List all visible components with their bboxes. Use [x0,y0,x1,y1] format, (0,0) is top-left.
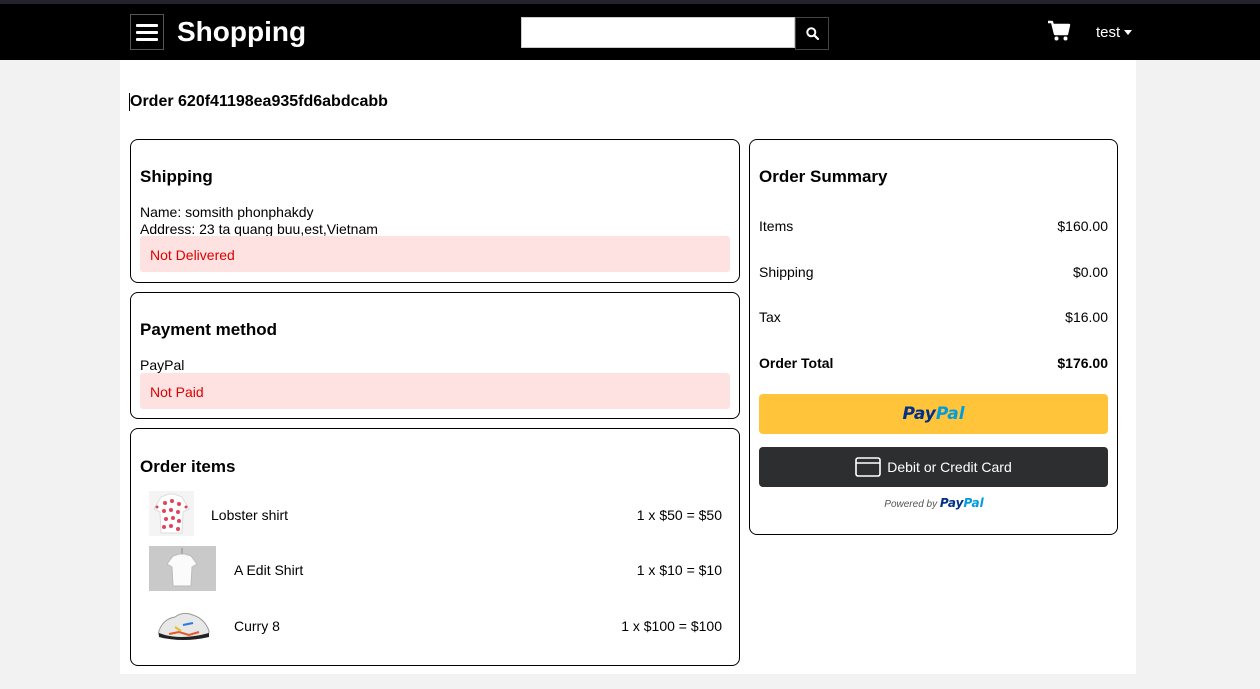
lobster-shirt-image[interactable] [149,491,194,536]
summary-label: Shipping [759,264,814,280]
payment-method: PayPal [140,357,185,373]
order-items-card: Order items Lobster shirt 1 x $50 = $50 [130,428,740,666]
item-name-link[interactable]: Curry 8 [234,618,280,634]
summary-label: Items [759,218,794,234]
credit-card-icon [855,457,882,477]
item-name-link[interactable]: A Edit Shirt [234,562,303,578]
navbar: Shopping test [0,4,1260,60]
search-button[interactable] [795,17,829,50]
list-item: Curry 8 1 x $100 = $100 [131,601,739,651]
shipping-heading: Shipping [140,167,213,186]
paypal-button[interactable]: PayPal [759,394,1108,434]
user-name: test [1096,24,1121,41]
summary-row-total: Order Total $176.00 [759,355,1108,371]
menu-icon-bar [136,23,158,27]
paypal-logo: PayPal [902,404,965,424]
shipping-address: Address: 23 ta quang buu,est,Vietnam [140,221,378,237]
order-summary-heading: Order Summary [759,167,888,186]
powered-by-text: Powered by [884,499,938,510]
payment-card: Payment method PayPal Not Paid [130,292,740,419]
menu-icon-bar [136,37,158,41]
summary-row-shipping: Shipping $0.00 [759,264,1108,280]
chevron-down-icon [1124,30,1133,35]
order-page: Order 620f41198ea935fd6abdcabb Shipping … [120,60,1136,674]
hamburger-menu-button[interactable] [130,14,164,50]
menu-icon-bar [136,30,158,34]
summary-label: Tax [759,309,781,325]
item-price: 1 x $100 = $100 [621,618,722,634]
debit-credit-card-button[interactable]: Debit or Credit Card [759,447,1108,487]
cart-icon[interactable] [1047,20,1071,42]
list-item: Lobster shirt 1 x $50 = $50 [131,491,739,541]
order-title: Order 620f41198ea935fd6abdcabb [129,93,388,111]
payment-status-alert: Not Paid [140,373,730,409]
item-name-link[interactable]: Lobster shirt [211,507,288,523]
delivery-status-alert: Not Delivered [140,236,730,272]
summary-label: Order Total [759,355,834,371]
summary-row-tax: Tax $16.00 [759,309,1108,325]
brand-logo[interactable]: Shopping [177,16,306,48]
item-price: 1 x $50 = $50 [636,507,722,523]
summary-value: $176.00 [1057,355,1108,371]
curry-8-image[interactable] [149,601,216,646]
paypal-logo-small: PayPal [939,496,984,510]
search-input[interactable] [521,17,795,48]
summary-value: $0.00 [1072,264,1108,280]
shipping-card: Shipping Name: somsith phonphakdy Addres… [130,139,740,283]
summary-value: $160.00 [1057,218,1108,234]
list-item: A Edit Shirt 1 x $10 = $10 [131,546,739,596]
user-dropdown[interactable]: test [1096,24,1133,41]
shipping-name: Name: somsith phonphakdy [140,204,314,220]
card-button-label: Debit or Credit Card [887,459,1012,475]
powered-by-paypal: Powered by PayPal [750,496,1118,510]
summary-row-items: Items $160.00 [759,218,1108,234]
order-summary-card: Order Summary Items $160.00 Shipping $0.… [749,139,1118,535]
item-price: 1 x $10 = $10 [636,562,722,578]
payment-heading: Payment method [140,320,277,339]
order-items-heading: Order items [140,457,236,476]
summary-value: $16.00 [1065,309,1108,325]
edit-shirt-image[interactable] [149,546,216,591]
search-icon [805,27,819,40]
